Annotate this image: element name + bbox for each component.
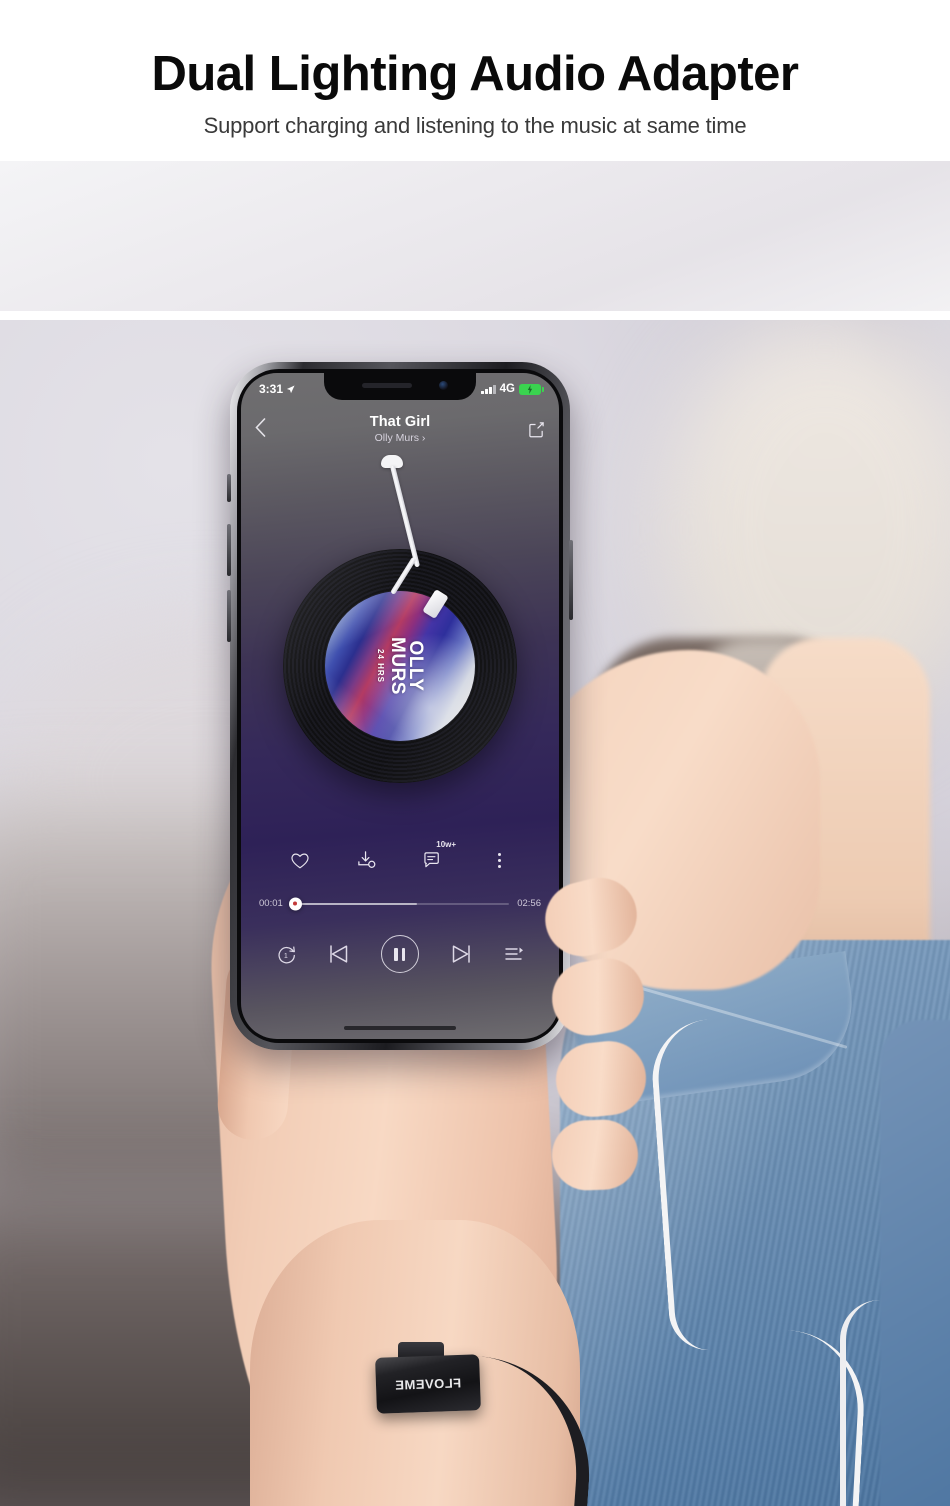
repeat-one-icon: 1 [277, 945, 295, 963]
player-navbar: That Girl Olly Murs › [241, 409, 559, 449]
power-button[interactable] [569, 540, 573, 620]
album-artist-line2: MURS [387, 637, 408, 695]
album-artwork: OLLY MURS 24 HRS [325, 591, 475, 741]
product-photo: 3:31 4G That Girl Olly Murs › OLLY MURS … [0, 320, 950, 1506]
skip-previous-icon [329, 945, 347, 963]
queue-list-icon [504, 947, 523, 960]
progress-played [290, 902, 418, 905]
smartphone: 3:31 4G That Girl Olly Murs › OLLY MURS … [227, 362, 573, 1050]
comment-icon [424, 851, 439, 867]
progress-slider[interactable] [288, 897, 510, 910]
like-button[interactable] [285, 845, 315, 875]
pause-icon [394, 947, 405, 961]
comments-button[interactable]: 10w+ [418, 840, 456, 875]
more-button[interactable] [485, 845, 515, 875]
progress-row: 00:01 02:56 [241, 897, 559, 910]
chevron-left-icon [255, 417, 266, 437]
playlist-button[interactable] [503, 944, 525, 964]
repeat-one-button[interactable]: 1 [276, 944, 297, 965]
album-name: 24 HRS [375, 648, 385, 684]
player-actions: 10w+ [241, 840, 559, 875]
status-time: 3:31 [259, 382, 284, 396]
track-info: That Girl Olly Murs › [281, 414, 519, 444]
finger [550, 1118, 640, 1192]
floveme-adapter: FLOVEME [375, 1354, 481, 1414]
heart-icon [291, 853, 309, 868]
album-text: OLLY MURS 24 HRS [375, 637, 427, 695]
page-title: Dual Lighting Audio Adapter [151, 47, 799, 101]
volume-down-button[interactable] [227, 590, 231, 642]
battery-charging-icon [519, 383, 544, 395]
next-button[interactable] [448, 941, 474, 967]
location-arrow-icon [286, 384, 295, 393]
share-button[interactable] [519, 421, 545, 438]
network-label: 4G [499, 383, 515, 395]
play-pause-button[interactable] [380, 935, 419, 973]
page-subtitle: Support charging and listening to the mu… [203, 113, 747, 138]
track-title: That Girl [369, 414, 431, 430]
elapsed-time: 00:01 [259, 898, 283, 909]
previous-button[interactable] [326, 941, 352, 967]
mute-switch[interactable] [227, 474, 231, 502]
share-icon [529, 421, 544, 437]
transport-controls: 1 [241, 935, 559, 973]
svg-text:1: 1 [283, 951, 287, 959]
page-header: Dual Lighting Audio Adapter Support char… [0, 0, 950, 139]
more-dots-icon [498, 852, 502, 868]
album-artist-line1: OLLY [405, 640, 427, 692]
home-indicator[interactable] [344, 1026, 456, 1030]
volume-up-button[interactable] [227, 524, 231, 576]
back-button[interactable] [255, 417, 281, 441]
download-button[interactable] [352, 845, 382, 875]
adapter-brand-label: FLOVEME [394, 1375, 462, 1393]
feature-row: Dual Lighting Music Charging [0, 161, 950, 930]
skip-next-icon [452, 945, 470, 963]
progress-knob[interactable] [288, 897, 302, 910]
signal-bars-icon [481, 384, 496, 394]
track-artist[interactable]: Olly Murs › [281, 432, 519, 444]
download-icon [358, 851, 376, 868]
earphone-cable-lower [840, 1300, 920, 1506]
comments-badge: 10w+ [436, 840, 457, 849]
duration-time: 02:56 [517, 898, 541, 909]
phone-screen[interactable]: 3:31 4G That Girl Olly Murs › OLLY MURS … [241, 373, 559, 1039]
status-bar: 3:31 4G [241, 377, 559, 401]
